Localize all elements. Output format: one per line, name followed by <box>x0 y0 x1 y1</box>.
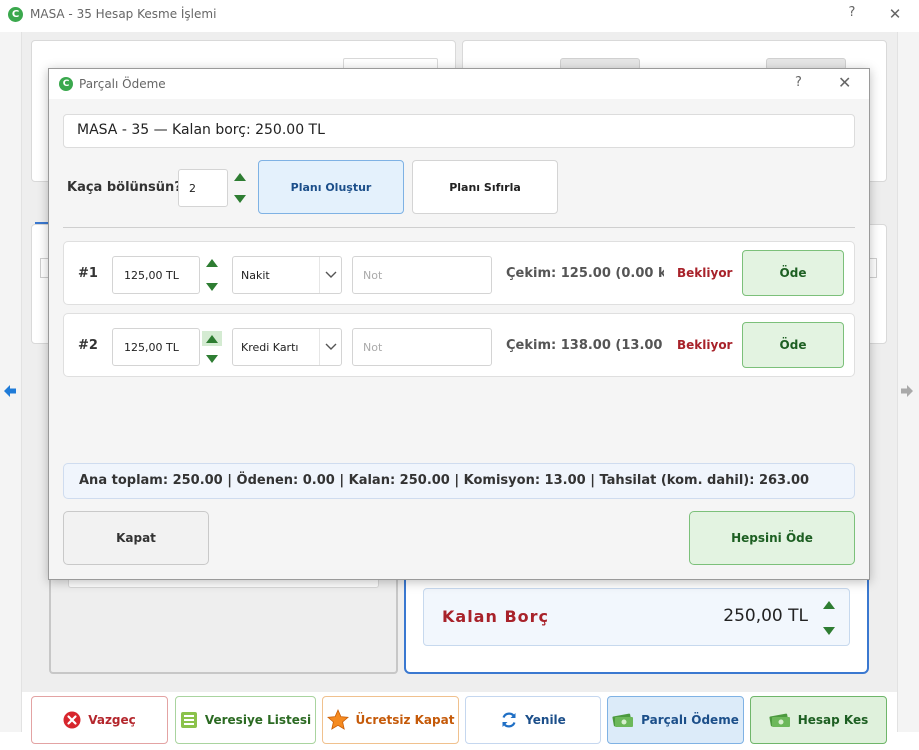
pay-button[interactable]: Öde <box>742 250 844 296</box>
list-icon <box>180 712 197 728</box>
summary-text: Ana toplam: 250.00 | Ödenen: 0.00 | Kala… <box>79 473 810 488</box>
stepper-up-hover[interactable] <box>201 331 222 346</box>
payment-amount-value: 125,00 TL <box>124 341 179 354</box>
payment-note-placeholder: Not <box>363 269 383 282</box>
split-count-stepper[interactable] <box>230 169 250 207</box>
payment-note-input[interactable]: Not <box>352 328 492 366</box>
chevron-down-icon[interactable] <box>319 257 341 293</box>
kalan-borc-value: 250,00 TL <box>723 606 808 626</box>
arrow-right-icon[interactable] <box>900 383 914 402</box>
left-frame <box>0 32 22 732</box>
yenile-button[interactable]: Yenile <box>465 696 601 744</box>
dialog-logo-icon: C <box>59 77 73 91</box>
vazgec-label: Vazgeç <box>88 713 136 727</box>
stepper-down-icon[interactable] <box>234 195 246 203</box>
hesap-kes-label: Hesap Kes <box>797 713 869 727</box>
create-plan-button[interactable]: Planı Oluştur <box>258 160 404 214</box>
payment-amount-input[interactable]: 125,00 TL <box>112 328 200 366</box>
payment-amount-value: 125,00 TL <box>124 269 179 282</box>
ucretsiz-kapat-label: Ücretsiz Kapat <box>355 713 455 727</box>
cancel-icon <box>63 711 81 729</box>
payment-method-value: Kredi Kartı <box>241 341 299 354</box>
refresh-icon <box>502 712 516 728</box>
hesap-kes-button[interactable]: Hesap Kes <box>750 696 887 744</box>
payment-amount-stepper[interactable] <box>201 328 222 366</box>
window-title: MASA - 35 Hesap Kesme İşlemi <box>30 7 217 21</box>
payment-note-placeholder: Not <box>363 341 383 354</box>
veresiye-listesi-label: Veresiye Listesi <box>204 713 312 727</box>
yenile-label: Yenile <box>525 713 566 727</box>
ucretsiz-kapat-button[interactable]: Ücretsiz Kapat <box>322 696 459 744</box>
payment-amount-stepper[interactable] <box>201 256 222 294</box>
stepper-up-icon[interactable] <box>823 601 835 609</box>
stepper-up-icon[interactable] <box>234 173 246 181</box>
dialog-close-button[interactable]: ✕ <box>838 73 851 92</box>
split-count-label: Kaça bölünsün? <box>67 180 182 195</box>
payment-method-select[interactable]: Nakit <box>232 256 342 294</box>
arrow-left-icon[interactable] <box>3 383 17 402</box>
payment-note-input[interactable]: Not <box>352 256 492 294</box>
pay-button[interactable]: Öde <box>742 322 844 368</box>
help-button[interactable]: ? <box>844 5 860 23</box>
payment-status: Bekliyor <box>677 266 733 280</box>
parcali-odeme-button[interactable]: Parçalı Ödeme <box>607 696 744 744</box>
payment-row-number: #1 <box>78 266 98 281</box>
money-icon <box>612 713 634 727</box>
divider <box>63 227 855 228</box>
kalan-stepper[interactable] <box>818 598 840 638</box>
close-button[interactable]: ✕ <box>886 5 904 23</box>
dialog-titlebar <box>49 69 869 99</box>
stepper-down-icon[interactable] <box>205 355 218 363</box>
payment-amount-input[interactable]: 125,00 TL <box>112 256 200 294</box>
veresiye-listesi-button[interactable]: Veresiye Listesi <box>175 696 316 744</box>
star-icon <box>326 709 349 730</box>
dialog-title: Parçalı Ödeme <box>79 77 166 91</box>
payment-method-select[interactable]: Kredi Kartı <box>232 328 342 366</box>
payment-method-value: Nakit <box>241 269 270 282</box>
dialog-help-button[interactable]: ? <box>795 75 802 90</box>
payment-withdrawal-info: Çekim: 138.00 (13.00 ko <box>506 338 664 353</box>
right-frame <box>897 32 919 732</box>
pay-all-button[interactable]: Hepsini Öde <box>689 511 855 565</box>
split-count-input[interactable]: 2 <box>178 169 228 207</box>
payment-row-number: #2 <box>78 338 98 353</box>
kalan-borc-label: Kalan Borç <box>442 607 549 626</box>
app-logo-icon: C <box>8 7 23 22</box>
dialog-kapat-button[interactable]: Kapat <box>63 511 209 565</box>
parcali-odeme-label: Parçalı Ödeme <box>641 713 739 727</box>
debt-header-text: MASA - 35 — Kalan borç: 250.00 TL <box>77 122 325 138</box>
payment-status: Bekliyor <box>677 338 733 352</box>
stepper-up-icon[interactable] <box>205 334 218 343</box>
split-count-value: 2 <box>189 182 196 195</box>
payment-withdrawal-info: Çekim: 125.00 (0.00 kom <box>506 266 664 281</box>
vazgec-button[interactable]: Vazgeç <box>31 696 168 744</box>
money-icon <box>769 713 790 727</box>
chevron-down-icon[interactable] <box>319 329 341 365</box>
reset-plan-button[interactable]: Planı Sıfırla <box>412 160 558 214</box>
stepper-down-icon[interactable] <box>205 283 218 291</box>
stepper-up-icon[interactable] <box>205 259 218 267</box>
stepper-down-icon[interactable] <box>823 627 835 635</box>
